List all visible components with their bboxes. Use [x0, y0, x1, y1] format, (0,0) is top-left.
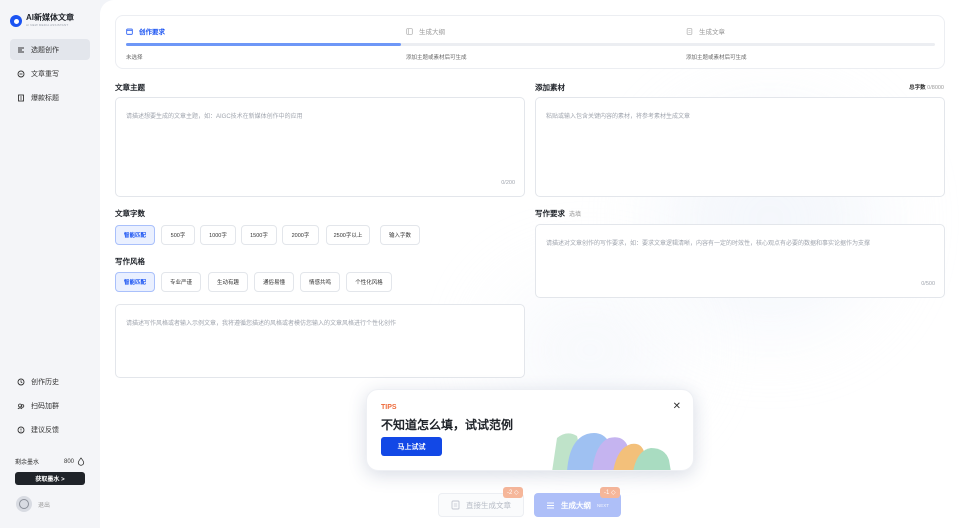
requirements-placeholder: 请描述对文章创作的写作要求，如：要求文章逻辑清晰，内容有一定的时效性，核心观点有…: [546, 241, 871, 247]
style-option[interactable]: 个性化风格: [346, 272, 392, 292]
material-title: 添加素材: [535, 83, 565, 92]
sidebar-item-topic-creation[interactable]: 选题创作: [10, 39, 90, 60]
step-status: 添加主题或素材后可生成: [686, 55, 747, 61]
article-cost-badge: -2 ◇: [503, 487, 523, 498]
sidebar-item-label: 文章重写: [31, 70, 59, 78]
topic-input[interactable]: 请描述想要生成的文章主题，如：AIGC技术在新媒体创作中的应用 0/200: [115, 97, 525, 197]
outline-cost-badge: -1 ◇: [600, 487, 620, 498]
style-placeholder: 请描述写作风格或者输入示例文章，我将遵循您描述的风格或者模仿您输入的文章风格进行…: [126, 321, 397, 327]
list-icon: [546, 502, 554, 508]
list-icon: [18, 47, 24, 52]
sidebar-item-history[interactable]: 创作历史: [10, 371, 90, 392]
step-requirements[interactable]: 创作要求: [126, 26, 165, 36]
generate-article-label: 直接生成文章: [466, 500, 511, 510]
ink-balance: 剩余墨水 800: [15, 457, 85, 466]
style-title: 写作风格: [115, 257, 145, 266]
sidebar-item-feedback[interactable]: 建议反馈: [10, 419, 90, 440]
group-icon: [17, 403, 25, 409]
tips-label: TIPS: [381, 404, 397, 411]
requirements-optional-hint: 选填: [569, 212, 582, 218]
action-bar: [100, 480, 960, 528]
word-count-title: 文章字数: [115, 209, 145, 218]
get-ink-button[interactable]: 获取墨水 >: [15, 472, 85, 485]
next-label: NEXT: [596, 502, 609, 508]
requirements-title: 写作要求 选填: [535, 208, 581, 219]
style-option[interactable]: 专业严谨: [161, 272, 201, 292]
material-total-label: 总字数: [909, 85, 926, 91]
close-icon[interactable]: ✕: [673, 401, 681, 412]
step-article[interactable]: 生成文章: [686, 26, 725, 36]
logout-link[interactable]: 退出: [38, 500, 50, 509]
step-label: 创作要求: [139, 29, 165, 36]
sidebar-item-label: 创作历史: [31, 378, 59, 386]
logo-title: AI新媒体文章: [26, 13, 74, 22]
topic-title: 文章主题: [115, 83, 145, 92]
steps-card: 创作要求 生成大纲 生成文章 未选择 添加主题或素材后可生成 添加主题或素材后可…: [115, 15, 945, 69]
avatar[interactable]: [16, 496, 32, 512]
ink-drop-icon: [77, 457, 85, 466]
logo-subtitle: AI NEW MEDIA ASSISTANT: [26, 23, 69, 27]
sidebar-item-label: 建议反馈: [31, 426, 59, 434]
material-total: 总字数 0/8000: [909, 83, 944, 91]
style-input[interactable]: 请描述写作风格或者输入示例文章，我将遵循您描述的风格或者模仿您输入的文章风格进行…: [115, 304, 525, 378]
word-count-option[interactable]: 1000字: [200, 225, 236, 245]
style-option[interactable]: 生动有趣: [208, 272, 248, 292]
progress-fill: [126, 43, 402, 46]
style-option[interactable]: 智能匹配: [115, 272, 155, 292]
step-status: 未选择: [126, 55, 143, 61]
rewrite-icon: [17, 70, 25, 77]
step-status: 添加主题或素材后可生成: [406, 55, 467, 61]
tips-popup: TIPS 不知道怎么填，试试范例 马上试试 ✕: [366, 389, 694, 471]
requirements-title-text: 写作要求: [535, 209, 565, 218]
ink-balance-value: 800: [63, 458, 74, 465]
feedback-icon: [17, 426, 25, 433]
outline-icon: [406, 27, 413, 35]
material-total-value: 0/8000: [927, 85, 944, 91]
word-count-option[interactable]: 2500字以上: [326, 225, 370, 245]
sidebar-item-rewrite[interactable]: 文章重写: [10, 63, 90, 84]
document-icon: [18, 94, 24, 101]
try-example-button[interactable]: 马上试试: [381, 437, 442, 456]
logo-icon: [10, 15, 22, 27]
topic-char-count: 0/200: [501, 180, 515, 186]
requirements-input[interactable]: 请描述对文章创作的写作要求，如：要求文章逻辑清晰，内容有一定的时效性，核心观点有…: [535, 224, 945, 298]
requirements-char-count: 0/500: [921, 281, 935, 287]
sidebar: AI新媒体文章 AI NEW MEDIA ASSISTANT 选题创作 文章重写…: [0, 0, 100, 528]
calendar-icon: [126, 28, 133, 35]
word-count-option[interactable]: 1500字: [241, 225, 277, 245]
step-outline[interactable]: 生成大纲: [406, 26, 445, 36]
ink-balance-label: 剩余墨水: [15, 460, 40, 466]
clock-icon: [17, 378, 25, 385]
sidebar-item-label: 爆款标题: [31, 94, 59, 102]
tips-text: 不知道怎么填，试试范例: [381, 418, 514, 432]
word-count-option[interactable]: 智能匹配: [115, 225, 155, 245]
custom-word-count-input[interactable]: 输入字数: [380, 225, 420, 245]
sidebar-item-join-group[interactable]: 扫码加群: [10, 395, 90, 416]
word-count-option[interactable]: 500字: [161, 225, 195, 245]
style-option[interactable]: 通俗易懂: [254, 272, 294, 292]
decorative-shapes-illustration: [552, 433, 671, 470]
material-input[interactable]: 粘贴或输入包含关键内容的素材，将参考素材生成文章: [535, 97, 945, 197]
style-option[interactable]: 情感共鸣: [300, 272, 340, 292]
logo[interactable]: AI新媒体文章 AI NEW MEDIA ASSISTANT: [10, 13, 74, 27]
sidebar-item-hot-titles[interactable]: 爆款标题: [10, 87, 90, 108]
progress-track: [126, 43, 935, 46]
document-icon: [451, 500, 460, 510]
sidebar-item-label: 扫码加群: [31, 402, 59, 410]
material-placeholder: 粘贴或输入包含关键内容的素材，将参考素材生成文章: [546, 114, 691, 120]
step-label: 生成大纲: [419, 29, 445, 36]
document-icon: [686, 27, 693, 35]
step-label: 生成文章: [699, 29, 725, 36]
word-count-option[interactable]: 2000字: [282, 225, 319, 245]
sidebar-item-label: 选题创作: [31, 46, 59, 54]
topic-placeholder: 请描述想要生成的文章主题，如：AIGC技术在新媒体创作中的应用: [126, 114, 303, 120]
generate-outline-label: 生成大纲: [560, 500, 591, 510]
